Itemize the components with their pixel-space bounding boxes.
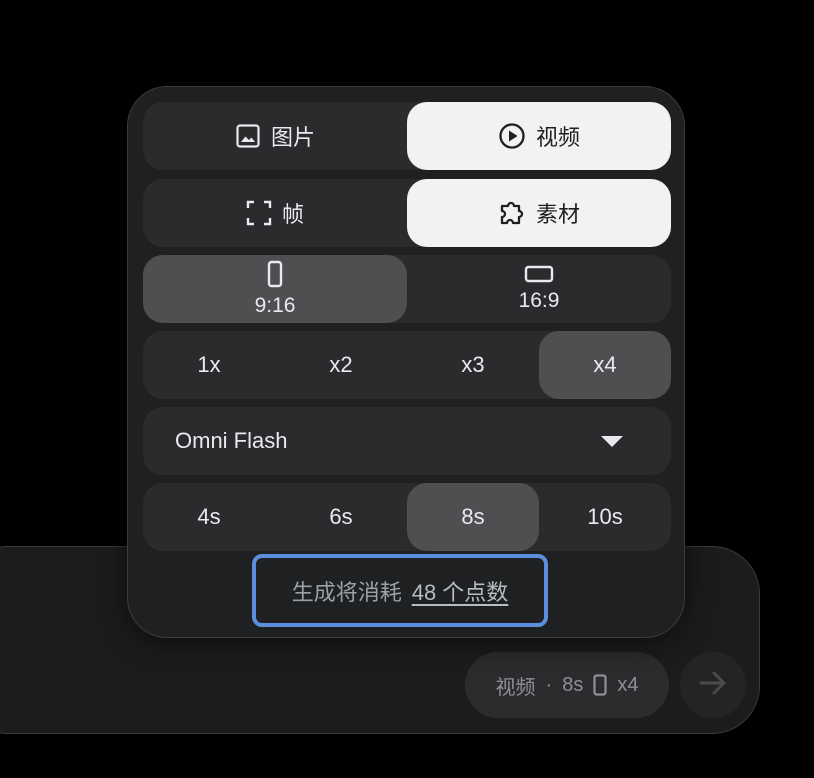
model-dropdown[interactable]: Omni Flash	[143, 407, 671, 475]
aspect-16-9-label: 16:9	[518, 289, 560, 312]
model-selected-value: Omni Flash	[175, 428, 288, 453]
source-tabs: 帧 素材	[143, 179, 671, 247]
credit-cost-prefix: 生成将消耗	[291, 579, 402, 605]
duration-6s-option[interactable]: 6s	[275, 483, 407, 551]
send-button[interactable]	[680, 652, 746, 718]
count-x2-option[interactable]: x2	[275, 331, 407, 399]
duration-selector: 4s 6s 8s 10s	[143, 483, 671, 551]
aspect-9-16-option[interactable]: 9:16	[143, 255, 407, 323]
frame-corners-icon	[246, 200, 272, 226]
tab-video[interactable]: 视频	[407, 102, 671, 170]
arrow-right-icon	[697, 667, 729, 704]
tab-image[interactable]: 图片	[143, 102, 407, 170]
settings-summary-chip[interactable]: 视频 · 8s x4	[465, 652, 669, 718]
aspect-ratio-selector: 9:16 16:9	[143, 255, 671, 323]
output-count-selector: 1x x2 x3 x4	[143, 331, 671, 399]
count-x4-option[interactable]: x4	[539, 331, 671, 399]
tab-frames-label: 帧	[281, 202, 304, 227]
chip-count: x4	[617, 673, 639, 696]
tab-assets-label: 素材	[535, 202, 580, 227]
tab-video-label: 视频	[535, 125, 580, 150]
duration-4s-option[interactable]: 4s	[143, 483, 275, 551]
caret-down-icon	[601, 435, 623, 447]
image-icon	[235, 123, 261, 149]
puzzle-icon	[498, 199, 526, 227]
count-1x-option[interactable]: 1x	[143, 331, 275, 399]
portrait-rect-icon	[267, 260, 283, 288]
count-x3-option[interactable]: x3	[407, 331, 539, 399]
aspect-9-16-label: 9:16	[254, 294, 296, 317]
tab-frames[interactable]: 帧	[143, 179, 407, 247]
play-circle-icon	[498, 122, 526, 150]
credit-cost-link[interactable]: 48 个点数	[412, 575, 509, 607]
duration-8s-option[interactable]: 8s	[407, 483, 539, 551]
chip-duration: 8s	[562, 673, 584, 696]
portrait-rect-icon	[593, 674, 607, 696]
duration-10s-option[interactable]: 10s	[539, 483, 671, 551]
generation-settings-popup: 图片 视频 帧 素材 9:16 16:9 1x x2 x3 x4 Omni Fl…	[127, 86, 685, 638]
chip-separator: ·	[545, 673, 553, 696]
mode-tabs: 图片 视频	[143, 102, 671, 170]
tab-assets[interactable]: 素材	[407, 179, 671, 247]
tab-image-label: 图片	[270, 125, 315, 150]
credit-cost-notice: 生成将消耗 48 个点数	[252, 554, 548, 627]
landscape-rect-icon	[524, 265, 554, 283]
chip-mode: 视频	[495, 676, 536, 699]
aspect-16-9-option[interactable]: 16:9	[407, 255, 671, 323]
